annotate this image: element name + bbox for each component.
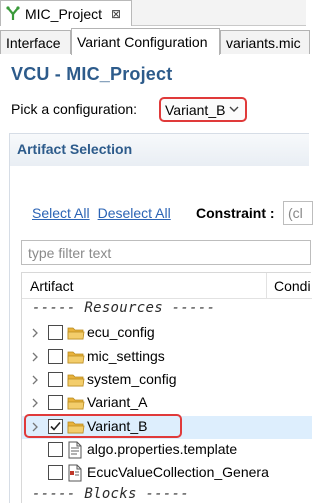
tree-row-ecu-config[interactable]: ecu_config — [22, 322, 312, 345]
filter-input[interactable]: type filter text — [21, 240, 311, 265]
artifact-tree: Artifact Condi ----- Resources ----- ecu_… — [21, 272, 312, 503]
editor-subtabs: Interface Variant Configuration variants… — [0, 28, 310, 55]
text-file-icon — [67, 441, 83, 459]
artifact-label: EcucValueCollection_Genera — [87, 464, 269, 481]
separator-row-resources: ----- Resources ----- — [22, 299, 312, 322]
separator-label: ----- Blocks ----- — [32, 486, 190, 503]
configuration-label: Pick a configuration: — [11, 101, 138, 117]
configuration-select[interactable]: Variant_B — [159, 97, 247, 122]
selection-highlight — [24, 414, 182, 438]
folder-icon — [67, 373, 85, 387]
row-checkbox[interactable] — [48, 395, 63, 411]
tab-variants-mic[interactable]: variants.mic — [220, 30, 310, 54]
row-checkbox[interactable] — [48, 465, 63, 481]
tree-row-system-config[interactable]: system_config — [22, 369, 312, 392]
constraint-label: Constraint : — [196, 205, 275, 221]
selection-links: Select All Deselect All — [32, 205, 171, 221]
column-header-condition[interactable]: Condi — [274, 278, 311, 294]
column-header-artifact[interactable]: Artifact — [30, 278, 74, 294]
section-title[interactable]: Artifact Selection — [10, 134, 309, 166]
tree-row-variant-a[interactable]: Variant_A — [22, 392, 312, 415]
chevron-down-icon[interactable] — [227, 101, 241, 117]
column-divider[interactable] — [266, 273, 267, 299]
folder-icon — [67, 350, 85, 364]
editor-tab-mic-project[interactable]: MIC_Project ⊠ — [0, 0, 132, 26]
row-checkbox[interactable] — [48, 371, 63, 387]
close-tab-icon[interactable]: ⊠ — [111, 7, 121, 21]
artifact-label: algo.properties.template — [87, 440, 238, 457]
select-all-link[interactable]: Select All — [32, 205, 90, 221]
editor-tab-title: MIC_Project — [25, 5, 103, 22]
table-header: Artifact Condi — [22, 273, 312, 299]
configuration-value: Variant_B — [165, 101, 226, 118]
editor-tab-bar: MIC_Project ⊠ — [0, 0, 306, 26]
constraint-input[interactable]: (cl — [283, 201, 313, 225]
artifact-label: system_config — [87, 370, 177, 387]
chevron-right-icon[interactable] — [30, 350, 40, 364]
artifact-label: ecu_config — [87, 324, 155, 341]
tab-interface[interactable]: Interface — [0, 30, 71, 54]
tree-row-mic-settings[interactable]: mic_settings — [22, 346, 312, 369]
separator-label: ----- Resources ----- — [32, 300, 216, 316]
deselect-all-link[interactable]: Deselect All — [98, 205, 171, 221]
tree-row-algo-properties-template[interactable]: algo.properties.template — [22, 439, 312, 462]
chevron-right-icon[interactable] — [30, 396, 40, 410]
artifact-label: Variant_A — [87, 394, 148, 411]
artifact-label: mic_settings — [87, 347, 165, 364]
row-checkbox[interactable] — [48, 348, 63, 364]
chevron-right-icon[interactable] — [30, 326, 40, 340]
folder-icon — [67, 326, 85, 340]
ecuc-file-icon — [67, 464, 83, 482]
folder-icon — [67, 396, 85, 410]
row-checkbox[interactable] — [48, 325, 63, 341]
row-checkbox[interactable] — [48, 441, 63, 457]
separator-row-blocks: ----- Blocks ----- — [22, 485, 312, 503]
chevron-right-icon[interactable] — [30, 373, 40, 387]
project-icon — [6, 5, 20, 20]
tree-row-ecucvaluecollection-genera[interactable]: EcucValueCollection_Genera — [22, 462, 312, 485]
page-title: VCU - MIC_Project — [11, 64, 173, 84]
tab-variant-configuration[interactable]: Variant Configuration — [71, 28, 220, 55]
